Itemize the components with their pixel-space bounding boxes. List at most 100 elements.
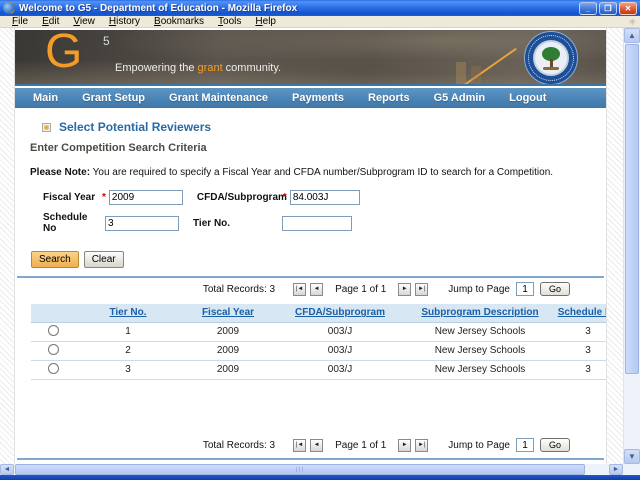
total-records-label: Total Records: 3 (203, 440, 275, 451)
go-button[interactable]: Go (540, 282, 570, 296)
jump-to-page-input[interactable] (516, 282, 534, 296)
prev-page-button[interactable]: ◄ (310, 439, 323, 452)
note-label: Please Note: (30, 167, 90, 178)
row-select-radio[interactable] (48, 325, 59, 336)
page-indicator: Page 1 of 1 (335, 440, 386, 451)
schedule-cell: 3 (555, 341, 607, 360)
scroll-down-button[interactable]: ▼ (624, 449, 640, 464)
pagination-bottom: Total Records: 3 |◄ ◄ Page 1 of 1 ► ►| J… (15, 434, 606, 456)
schedule-no-label: Schedule No (43, 212, 102, 234)
first-page-button[interactable]: |◄ (293, 283, 306, 296)
description-cell: New Jersey Schools (405, 360, 555, 379)
cfda-subprogram-input[interactable] (290, 190, 360, 205)
tier-no-input[interactable] (282, 216, 352, 231)
title-bar[interactable]: Welcome to G5 - Department of Education … (0, 0, 640, 16)
nav-g5-admin[interactable]: G5 Admin (434, 92, 486, 104)
bookshelf-decoration (456, 62, 466, 84)
table-row: 3 2009 003/J New Jersey Schools 3 (31, 360, 607, 379)
page-title: Select Potential Reviewers (59, 120, 211, 134)
next-page-button[interactable]: ► (398, 439, 411, 452)
window-bottom-border (0, 475, 640, 480)
scroll-left-button[interactable]: ◄ (0, 464, 14, 475)
results-table: Tier No. Fiscal Year CFDA/Subprogram Sub… (31, 304, 607, 380)
cfda-cell: 003/J (275, 322, 405, 341)
tier-cell: 1 (75, 322, 181, 341)
schedule-no-input[interactable] (105, 216, 179, 231)
minimize-button[interactable]: _ (579, 2, 597, 15)
g5-banner: G 5 Empowering the grant community. (15, 30, 606, 86)
restore-button[interactable]: ❐ (599, 2, 617, 15)
nav-grant-setup[interactable]: Grant Setup (82, 92, 145, 104)
fiscal-year-header[interactable]: Fiscal Year (181, 304, 275, 322)
table-row: 2 2009 003/J New Jersey Schools 3 (31, 341, 607, 360)
nav-reports[interactable]: Reports (368, 92, 410, 104)
vertical-scroll-thumb[interactable] (625, 44, 639, 374)
clear-button[interactable]: Clear (84, 251, 124, 268)
required-asterisk: * (102, 192, 106, 203)
tagline-prefix: Empowering the (115, 62, 198, 74)
total-records-label: Total Records: 3 (203, 284, 275, 295)
schedule-cell: 3 (555, 322, 607, 341)
pagination-top: Total Records: 3 |◄ ◄ Page 1 of 1 ► ►| J… (15, 278, 606, 300)
nav-grant-maintenance[interactable]: Grant Maintenance (169, 92, 268, 104)
scroll-up-button[interactable]: ▲ (624, 28, 640, 43)
schedule-cell: 3 (555, 360, 607, 379)
search-button[interactable]: Search (31, 251, 79, 268)
note-text: Please Note: You are required to specify… (30, 167, 606, 178)
last-page-button[interactable]: ►| (415, 439, 428, 452)
close-button[interactable]: ✕ (619, 2, 637, 15)
horizontal-scroll-track[interactable] (586, 464, 609, 475)
tier-no-label: Tier No. (193, 218, 279, 229)
tier-cell: 3 (75, 360, 181, 379)
last-page-button[interactable]: ►| (415, 283, 428, 296)
nav-logout[interactable]: Logout (509, 92, 546, 104)
menu-history[interactable]: History (102, 16, 147, 28)
cfda-subprogram-label: CFDA/Subprogram (197, 192, 283, 203)
fiscal-year-input[interactable] (109, 190, 183, 205)
tagline-highlight: grant (198, 62, 223, 74)
go-button[interactable]: Go (540, 438, 570, 452)
horizontal-scrollbar[interactable]: ◄ ► (0, 464, 640, 475)
cfda-header[interactable]: CFDA/Subprogram (275, 304, 405, 322)
vertical-scrollbar[interactable]: ▲ ▼ (623, 28, 640, 464)
first-page-button[interactable]: |◄ (293, 439, 306, 452)
dept-of-education-seal-icon (524, 31, 578, 85)
window-title: Welcome to G5 - Department of Education … (19, 3, 579, 14)
browser-window: Welcome to G5 - Department of Education … (0, 0, 640, 480)
next-page-button[interactable]: ► (398, 283, 411, 296)
tier-cell: 2 (75, 341, 181, 360)
divider (17, 458, 604, 460)
table-header-row: Tier No. Fiscal Year CFDA/Subprogram Sub… (31, 304, 607, 322)
fiscal-year-cell: 2009 (181, 341, 275, 360)
tier-no-header[interactable]: Tier No. (75, 304, 181, 322)
nav-payments[interactable]: Payments (292, 92, 344, 104)
menu-bookmarks[interactable]: Bookmarks (147, 16, 211, 28)
subprogram-description-header[interactable]: Subprogram Description (405, 304, 555, 322)
description-cell: New Jersey Schools (405, 322, 555, 341)
main-nav-bar: Main Grant Setup Grant Maintenance Payme… (15, 88, 606, 108)
scrollbar-corner (623, 464, 640, 475)
schedule-no-header[interactable]: Schedule No (555, 304, 607, 322)
cfda-cell: 003/J (275, 341, 405, 360)
menu-tools[interactable]: Tools (211, 16, 248, 28)
menu-help[interactable]: Help (248, 16, 283, 28)
nav-main[interactable]: Main (33, 92, 58, 104)
fiscal-year-cell: 2009 (181, 322, 275, 341)
tagline-suffix: community. (223, 62, 281, 74)
throbber-icon: ✳ (628, 17, 636, 27)
table-row: 1 2009 003/J New Jersey Schools 3 (31, 322, 607, 341)
jump-to-page-input[interactable] (516, 438, 534, 452)
row-select-radio[interactable] (48, 363, 59, 374)
menu-view[interactable]: View (66, 16, 102, 28)
page-content: G 5 Empowering the grant community. Main (14, 28, 607, 464)
menu-edit[interactable]: Edit (35, 16, 66, 28)
horizontal-scroll-thumb[interactable] (15, 464, 585, 475)
menu-bar: File Edit View History Bookmarks Tools H… (0, 16, 640, 28)
row-select-radio[interactable] (48, 344, 59, 355)
jump-to-page-label: Jump to Page (448, 284, 510, 295)
vertical-scroll-track[interactable] (624, 375, 640, 449)
prev-page-button[interactable]: ◄ (310, 283, 323, 296)
cfda-cell: 003/J (275, 360, 405, 379)
menu-file[interactable]: File (5, 16, 35, 28)
scroll-right-button[interactable]: ► (609, 464, 623, 475)
